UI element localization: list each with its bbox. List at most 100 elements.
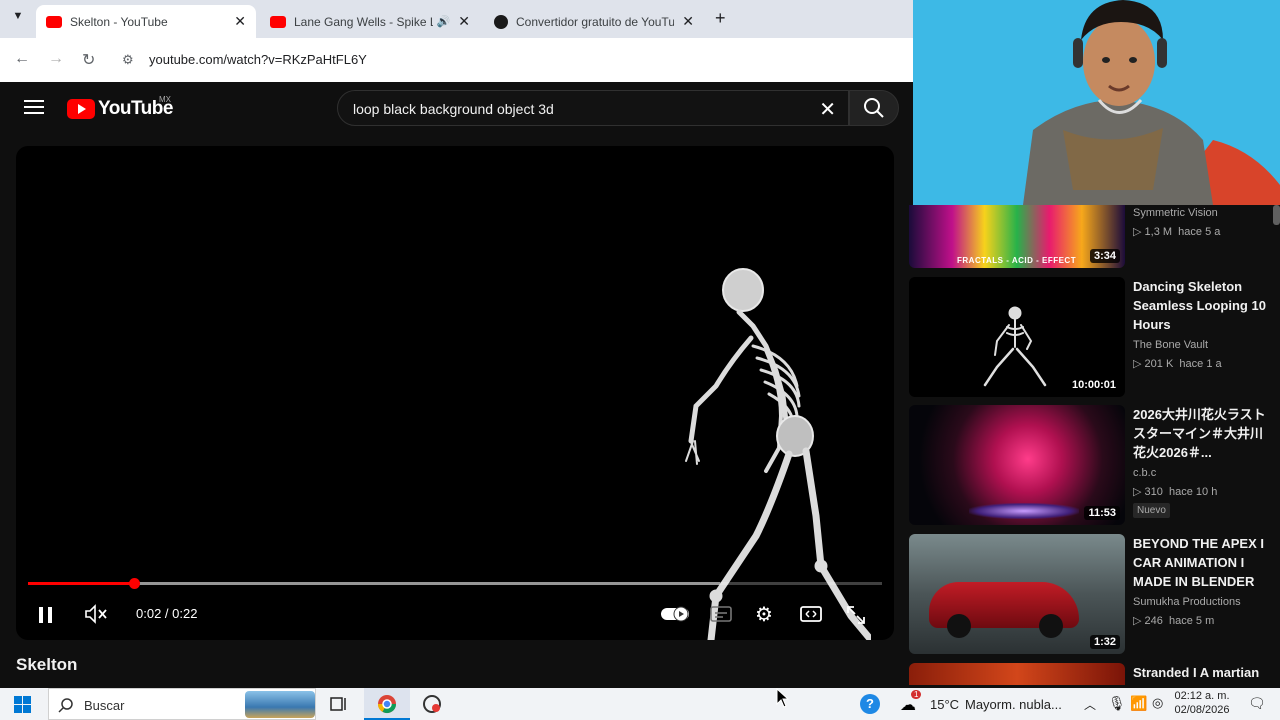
start-button[interactable] — [14, 696, 31, 718]
view-stats: ▷ 201 K hace 1 a — [1133, 357, 1273, 370]
channel-name[interactable]: Sumukha Productions — [1133, 596, 1273, 608]
mouse-cursor-icon — [776, 688, 790, 708]
search-input[interactable]: loop black background object 3d ✕ — [337, 90, 849, 126]
upload-age: hace 5 a — [1178, 226, 1221, 238]
view-count: 1,3 M — [1144, 226, 1173, 238]
view-stats: ▷ 310 hace 10 h — [1133, 485, 1273, 498]
time-display: 0:02 / 0:22 — [136, 606, 198, 621]
recommendation-title[interactable]: 2026大井川花火ラストスターマイン＃大井川花火2026＃... — [1133, 405, 1273, 462]
task-view-icon — [330, 697, 346, 711]
tab-lane-gang-wells[interactable]: Lane Gang Wells - Spike Le 🔊 ✕ — [260, 5, 480, 38]
youtube-favicon-icon — [46, 15, 62, 28]
settings-button[interactable]: ⚙ — [755, 602, 773, 627]
task-view-button[interactable] — [330, 696, 348, 712]
menu-icon[interactable] — [24, 100, 44, 114]
microphone-icon[interactable]: 🎙 — [1108, 695, 1126, 712]
video-thumbnail[interactable] — [909, 663, 1125, 685]
video-thumbnail[interactable]: 11:53 — [909, 405, 1125, 525]
upload-age: hace 10 h — [1169, 486, 1218, 498]
view-stats: ▷ 246 hace 5 m — [1133, 614, 1273, 627]
progress-played — [28, 582, 134, 585]
recommendation-title[interactable]: Dancing Skeleton Seamless Looping 10 Hou… — [1133, 277, 1273, 334]
duration-badge: 3:34 — [1089, 249, 1120, 263]
duration-badge: 11:53 — [1084, 506, 1120, 520]
duration-badge: 10:00:01 — [1067, 378, 1120, 392]
search-button[interactable] — [849, 90, 899, 126]
tab-skelton[interactable]: Skelton - YouTube ✕ — [36, 5, 256, 38]
taskbar-search-box[interactable]: Buscar — [48, 688, 316, 720]
recommendation-title[interactable]: BEYOND THE APEX I CAR ANIMATION I MADE I… — [1133, 534, 1273, 591]
search-icon — [58, 698, 73, 713]
search-highlight-image — [245, 691, 315, 718]
windows-taskbar: Buscar ? ☁ 1 15°C Mayorm. nubla... ︿ 🎙 📶… — [0, 688, 1280, 720]
car-wheel — [1039, 614, 1063, 638]
search-icon — [864, 98, 884, 118]
close-tab-icon[interactable]: ✕ — [234, 13, 246, 30]
clear-search-icon[interactable]: ✕ — [819, 97, 836, 122]
video-player[interactable]: 0:02 / 0:22 ⚙ — [16, 146, 894, 640]
site-info-icon[interactable]: ⚙ — [122, 52, 134, 68]
autoplay-toggle-icon — [661, 606, 689, 622]
pause-icon — [39, 607, 52, 623]
recommendation-item[interactable]: FRACTALS - ACID - EFFECT 3:34 Symmetric … — [909, 205, 1280, 268]
fullscreen-button[interactable] — [846, 605, 866, 630]
video-title: Skelton — [16, 655, 78, 674]
close-tab-icon[interactable]: ✕ — [458, 13, 470, 30]
autoplay-toggle[interactable] — [660, 605, 690, 628]
help-icon[interactable]: ? — [860, 694, 880, 714]
new-badge: Nuevo — [1133, 503, 1170, 518]
recommendation-item[interactable]: 1:32 BEYOND THE APEX I CAR ANIMATION I M… — [909, 534, 1280, 654]
notifications-icon[interactable]: 🗨 — [1248, 695, 1266, 712]
channel-name[interactable]: The Bone Vault — [1133, 339, 1273, 351]
new-tab-button[interactable]: + — [715, 8, 726, 29]
clock-date: 02/08/2026 — [1174, 704, 1230, 716]
battery-icon[interactable]: ◎ — [1152, 695, 1163, 711]
url-field[interactable]: youtube.com/watch?v=RKzPaHtFL6Y — [149, 52, 367, 67]
recommendation-title[interactable]: Stranded I A martian — [1133, 663, 1273, 682]
speaker-icon[interactable]: 🔊 — [437, 15, 451, 28]
thumbnail-caption: FRACTALS - ACID - EFFECT — [957, 256, 1077, 265]
recommendations-list: FRACTALS - ACID - EFFECT 3:34 Symmetric … — [909, 205, 1280, 685]
recommendation-item[interactable]: Stranded I A martian — [909, 663, 1280, 685]
progress-bar[interactable] — [28, 578, 882, 589]
channel-name[interactable]: Symmetric Vision — [1133, 207, 1273, 219]
channel-name[interactable]: c.b.c — [1133, 467, 1273, 479]
taskbar-recording-app[interactable] — [422, 694, 442, 719]
converter-favicon-icon — [494, 14, 508, 29]
video-thumbnail[interactable]: 1:32 — [909, 534, 1125, 654]
wifi-icon[interactable]: 📶 — [1130, 695, 1147, 712]
subtitles-button[interactable] — [710, 605, 732, 628]
reload-icon[interactable]: ↻ — [82, 50, 95, 70]
video-thumbnail[interactable]: 10:00:01 — [909, 277, 1125, 397]
clock[interactable]: 02:12 a. m. 02/08/2026 — [1170, 689, 1234, 717]
fullscreen-icon — [847, 606, 865, 624]
duration-badge: 1:32 — [1089, 635, 1120, 649]
tab-title: Convertidor gratuito de YouTub — [516, 14, 675, 29]
play-icon: ▷ — [1133, 615, 1142, 627]
view-stats: ▷ 1,3 M hace 5 a — [1133, 225, 1273, 238]
webcam-overlay — [913, 0, 1280, 205]
close-tab-icon[interactable]: ✕ — [682, 13, 694, 30]
recommendation-item[interactable]: 11:53 2026大井川花火ラストスターマイン＃大井川花火2026＃... c… — [909, 405, 1280, 525]
mute-button[interactable] — [84, 604, 108, 629]
weather-description: Mayorm. nubla... — [965, 697, 1062, 712]
sidebar-scrollbar[interactable] — [1273, 205, 1280, 225]
upload-age: hace 1 a — [1179, 358, 1222, 370]
theater-mode-button[interactable] — [800, 605, 822, 628]
video-thumbnail[interactable]: FRACTALS - ACID - EFFECT 3:34 — [909, 205, 1125, 268]
recording-app-icon — [423, 695, 441, 713]
play-icon: ▷ — [1133, 486, 1142, 498]
chevron-up-icon[interactable]: ︿ — [1084, 696, 1096, 713]
tab-title: Skelton - YouTube — [70, 14, 168, 29]
recommendation-item[interactable]: 10:00:01 Dancing Skeleton Seamless Loopi… — [909, 277, 1280, 397]
forward-icon[interactable]: → — [48, 50, 64, 68]
view-count: 201 K — [1144, 358, 1174, 370]
taskbar-chrome-app[interactable] — [364, 688, 410, 720]
back-icon[interactable]: ← — [14, 50, 30, 68]
upload-age: hace 5 m — [1169, 615, 1215, 627]
progress-scrubber-handle[interactable] — [128, 578, 140, 589]
youtube-logo[interactable]: YouTube MX — [67, 95, 173, 120]
pause-button[interactable] — [38, 606, 54, 629]
tab-search-dropdown[interactable]: ▼ — [8, 10, 28, 28]
tab-convertidor[interactable]: Convertidor gratuito de YouTub ✕ — [484, 5, 704, 38]
